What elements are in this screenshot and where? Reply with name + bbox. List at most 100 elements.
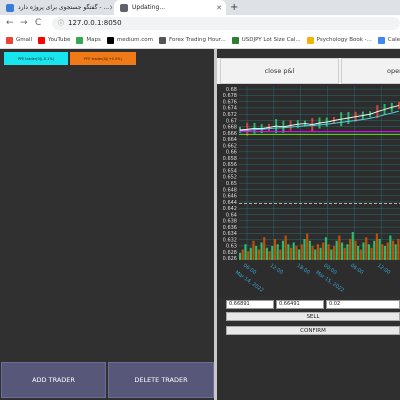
- close-icon[interactable]: ✕: [109, 4, 112, 12]
- bookmark-label: YouTube: [48, 37, 71, 43]
- price-input[interactable]: 0.66891: [226, 300, 274, 309]
- volume-bar: [249, 247, 252, 260]
- volume-bar: [367, 244, 370, 260]
- new-tab-button[interactable]: +: [230, 0, 238, 15]
- volume-bar: [378, 239, 381, 260]
- open-button[interactable]: open: [341, 58, 400, 84]
- sell-button[interactable]: SELL: [226, 312, 400, 321]
- browser-tab-strip: گفتگو جستجوی برای پروژه دارد - ... ✕ Upd…: [0, 0, 400, 15]
- price-chart[interactable]: 0.680.6780.6760.6740.6720.670.6680.6660.…: [217, 84, 400, 297]
- y-tick-label: 0.646: [223, 194, 237, 200]
- volume-bar: [324, 237, 328, 260]
- volume-bar: [381, 244, 384, 260]
- bookmark-icon: [6, 36, 13, 44]
- traders-panel: PFE trader(0)(-0.1%) PFE trader(0)(+0.5%…: [0, 49, 214, 400]
- volume-bar: [316, 244, 319, 260]
- reload-icon[interactable]: C: [35, 17, 41, 30]
- volume-bar: [306, 233, 309, 260]
- favicon-icon: [120, 3, 128, 12]
- bookmark-icon: [106, 36, 114, 44]
- favicon-icon: [6, 3, 14, 12]
- confirm-button[interactable]: CONFIRM: [226, 326, 400, 335]
- back-arrow-icon[interactable]: ←: [6, 17, 14, 30]
- close-pl-button[interactable]: close p&l: [220, 58, 339, 84]
- volume-bar: [362, 242, 365, 260]
- volume-bar: [383, 246, 387, 260]
- volume-bar: [273, 239, 277, 260]
- browser-tab-chat[interactable]: گفتگو جستجوی برای پروژه دارد - ... ✕: [6, 0, 112, 15]
- volume-bar: [357, 246, 360, 260]
- volume-bar: [375, 233, 378, 260]
- forward-arrow-icon[interactable]: →: [20, 17, 28, 30]
- add-trader-button[interactable]: ADD TRADER: [1, 362, 106, 398]
- y-tick-label: 0.638: [223, 219, 237, 225]
- bookmark-label: Calend: [387, 37, 400, 43]
- volume-bar: [394, 244, 397, 260]
- bookmark-item[interactable]: Maps: [76, 36, 101, 44]
- bookmark-icon: [231, 36, 239, 44]
- bookmark-item[interactable]: Psychology Book -...: [306, 36, 372, 44]
- y-tick-label: 0.666: [223, 131, 237, 137]
- bookmark-item[interactable]: Calend: [377, 36, 400, 44]
- bookmarks-bar: Gmail YouTube Maps medium.com Forex Trading …: [0, 32, 400, 49]
- volume-bar: [292, 242, 295, 260]
- trader-card[interactable]: PFE trader(0)(+0.5%): [70, 52, 136, 65]
- bookmark-item[interactable]: Gmail: [6, 36, 33, 44]
- y-tick-label: 0.676: [223, 99, 237, 105]
- close-icon[interactable]: ✕: [216, 4, 222, 12]
- bookmark-item[interactable]: USDJPY Lot Size Cal...: [231, 36, 301, 44]
- volume-bar: [343, 247, 346, 260]
- volume-bar: [346, 244, 349, 260]
- y-tick-label: 0.664: [223, 137, 237, 143]
- bookmark-icon: [306, 36, 314, 44]
- volume-bar: [308, 240, 311, 260]
- y-tick-label: 0.654: [223, 168, 237, 174]
- y-tick-label: 0.66: [226, 150, 237, 156]
- volume-bar: [265, 247, 268, 260]
- delete-trader-button[interactable]: DELETE TRADER: [108, 362, 214, 398]
- y-tick-label: 0.672: [223, 112, 237, 118]
- volume-bar: [365, 237, 368, 260]
- volume-bar: [279, 249, 282, 260]
- y-tick-label: 0.626: [223, 256, 237, 262]
- address-bar[interactable]: ⓘ 127.0.0.1:8050: [52, 17, 400, 30]
- volume-bar: [284, 235, 287, 260]
- bookmark-label: Psychology Book -...: [316, 37, 372, 43]
- bookmark-label: USDJPY Lot Size Cal...: [241, 37, 301, 43]
- bookmark-label: Gmail: [16, 37, 33, 43]
- y-tick-label: 0.636: [223, 225, 237, 231]
- trader-card[interactable]: PFE trader(0)(-0.1%): [4, 52, 68, 65]
- volume-bar: [263, 237, 266, 260]
- volume-bar: [298, 249, 301, 260]
- y-tick-label: 0.678: [223, 93, 237, 99]
- y-tick-label: 0.65: [226, 181, 237, 187]
- info-icon[interactable]: ⓘ: [58, 17, 64, 30]
- volume-bar: [349, 239, 352, 260]
- y-tick-label: 0.628: [223, 250, 237, 256]
- volume-bar: [281, 240, 285, 260]
- volume-bar: [338, 235, 341, 260]
- browser-toolbar: ← → C ⓘ 127.0.0.1:8050: [0, 15, 400, 32]
- volume-bar: [303, 239, 306, 260]
- y-tick-label: 0.656: [223, 162, 237, 168]
- bookmark-item[interactable]: YouTube: [38, 36, 71, 44]
- volume-bar: [332, 246, 336, 260]
- volume-bar: [239, 253, 242, 260]
- y-tick-label: 0.668: [223, 125, 237, 131]
- bookmark-item[interactable]: medium.com: [106, 36, 154, 44]
- bookmark-item[interactable]: Forex Trading Hour...: [159, 36, 226, 44]
- stop-input[interactable]: 0.66491: [276, 300, 324, 309]
- tab-title: Updating...: [132, 4, 166, 11]
- bookmark-label: medium.com: [116, 37, 154, 43]
- browser-tab-active[interactable]: Updating... ✕: [114, 0, 226, 15]
- top-strip: [217, 49, 400, 58]
- lot-input[interactable]: 0.02: [326, 300, 400, 309]
- bookmark-icon: [159, 36, 167, 44]
- y-tick-label: 0.642: [223, 206, 237, 212]
- volume-bar: [257, 249, 260, 260]
- bookmark-label: Forex Trading Hour...: [169, 37, 226, 43]
- volume-bar: [314, 249, 317, 260]
- volume-bar: [244, 244, 247, 260]
- volume-bar: [247, 251, 250, 260]
- volume-bar: [335, 240, 338, 260]
